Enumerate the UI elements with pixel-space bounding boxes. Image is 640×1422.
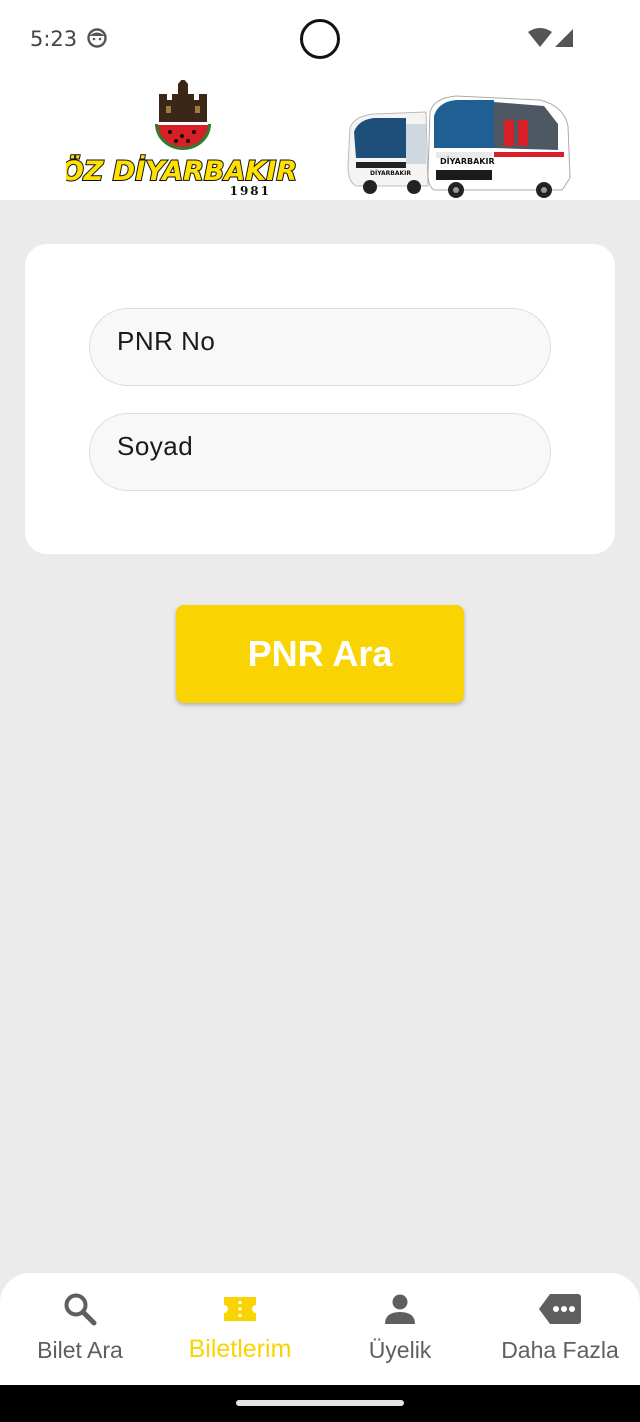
pnr-number-input[interactable]: PNR No <box>89 308 551 386</box>
pnr-search-button[interactable]: PNR Ara <box>176 605 464 703</box>
logo-year: 1981 <box>230 184 271 198</box>
logo-brand-text: ÖZ DİYARBAKIR <box>66 154 296 187</box>
ticket-icon <box>224 1297 256 1321</box>
bus-image: DİYARBAKIR DİYARBAKIR <box>347 95 571 198</box>
nav-item-uyelik[interactable]: Üyelik <box>320 1273 480 1385</box>
status-time: 5:23 <box>30 27 78 51</box>
nav-item-daha-fazla[interactable]: Daha Fazla <box>480 1273 640 1385</box>
surname-placeholder: Soyad <box>117 431 194 461</box>
pnr-search-button-label: PNR Ara <box>247 633 393 674</box>
surname-input[interactable]: Soyad <box>89 413 551 491</box>
more-icon <box>539 1294 581 1324</box>
app-screen: 5:23 ÖZ DİYARBAKIR 1981 DİYARBAKIR DİYAR… <box>0 0 640 1422</box>
bottom-navigation: Bilet Ara Biletlerim Üyelik Daha Fazla <box>0 1273 640 1385</box>
gesture-handle[interactable] <box>236 1400 404 1406</box>
nav-item-biletlerim[interactable]: Biletlerim <box>160 1273 320 1385</box>
svg-text:DİYARBAKIR: DİYARBAKIR <box>370 170 411 177</box>
camera-cutout <box>300 19 340 59</box>
nav-label-bilet-ara: Bilet Ara <box>37 1337 123 1363</box>
oz-diyarbakir-logo: ÖZ DİYARBAKIR 1981 <box>66 80 296 198</box>
header-banner: ÖZ DİYARBAKIR 1981 DİYARBAKIR DİYARBAKIR <box>0 78 640 200</box>
wifi-icon <box>528 28 552 47</box>
nav-label-uyelik: Üyelik <box>368 1337 432 1363</box>
pnr-form-card: PNR No Soyad <box>25 244 615 554</box>
face-icon <box>87 28 107 48</box>
system-gesture-bar <box>0 1385 640 1422</box>
signal-icon <box>555 29 573 47</box>
nav-label-biletlerim: Biletlerim <box>188 1335 292 1363</box>
status-bar: 5:23 <box>0 0 640 78</box>
nav-item-bilet-ara[interactable]: Bilet Ara <box>0 1273 160 1385</box>
search-icon <box>64 1293 97 1326</box>
pnr-number-placeholder: PNR No <box>117 326 216 356</box>
bus-text: DİYARBAKIR <box>440 156 495 166</box>
nav-label-daha-fazla: Daha Fazla <box>501 1337 619 1363</box>
person-icon <box>385 1294 415 1324</box>
